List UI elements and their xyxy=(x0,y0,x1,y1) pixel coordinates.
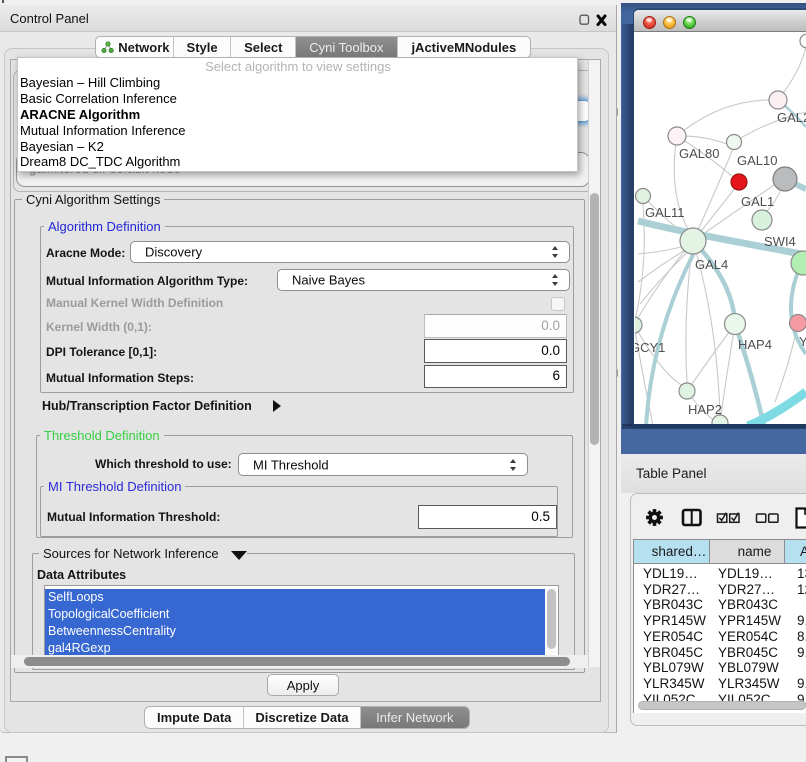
svg-text:SWI4: SWI4 xyxy=(764,234,796,249)
svg-text:GAL11: GAL11 xyxy=(645,205,685,220)
svg-text:GAL10: GAL10 xyxy=(737,153,777,168)
svg-text:GAL80: GAL80 xyxy=(679,146,719,161)
svg-text:GAL2: GAL2 xyxy=(777,110,806,125)
svg-text:HAP2: HAP2 xyxy=(688,402,722,417)
svg-text:YE: YE xyxy=(799,334,806,349)
svg-text:GCY1: GCY1 xyxy=(635,340,665,355)
svg-text:GAL1: GAL1 xyxy=(741,194,774,209)
svg-text:HAP4: HAP4 xyxy=(738,337,772,352)
svg-text:GAL4: GAL4 xyxy=(695,257,728,272)
